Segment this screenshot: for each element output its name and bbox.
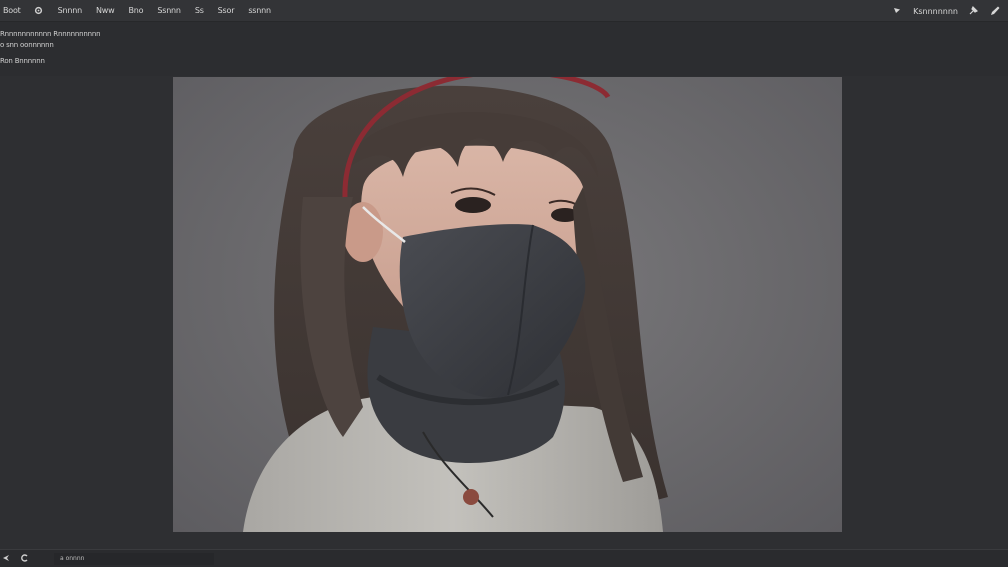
portrait-image [243,77,668,532]
menu-item-1[interactable]: Snnnn [58,6,83,15]
menu-item-5[interactable]: Ss [195,6,204,15]
info-line-2: o snn oonnnnnn [0,41,54,49]
info-line-3: Ron Bnnnnnn [0,57,45,65]
workspace [0,76,1008,549]
statusbar: a onnnn [0,549,1008,567]
image-canvas[interactable] [173,77,842,532]
gear-icon[interactable] [33,5,44,16]
status-field-text: a onnnn [60,555,85,562]
pen-icon[interactable] [990,6,1000,16]
menu-item-2[interactable]: Nww [96,6,115,15]
info-panel: Rnnnnnnnnnnn Rnnnnnnnnnn o snn oonnnnnn … [0,22,1008,76]
pin-icon[interactable] [968,5,979,16]
menu-item-4[interactable]: Ssnnn [157,6,181,15]
triangle-cursor-icon[interactable] [893,7,901,15]
arrow-icon[interactable] [2,554,11,563]
menu-item-7[interactable]: ssnnn [248,6,271,15]
info-line-1: Rnnnnnnnnnnn Rnnnnnnnnnn [0,30,101,38]
status-field[interactable]: a onnnn [54,552,214,565]
menubar: Boot Snnnn Nww Bno Ssnnn Ss Ssor ssnnn K… [0,0,1008,22]
menu-item-3[interactable]: Bno [128,6,143,15]
menu-item-0[interactable]: Boot [3,6,21,15]
menubar-right: Ksnnnnnnn [893,0,1008,22]
menu-item-6[interactable]: Ssor [218,6,235,15]
menubar-right-label[interactable]: Ksnnnnnnn [913,7,958,16]
c-icon[interactable] [21,554,30,563]
